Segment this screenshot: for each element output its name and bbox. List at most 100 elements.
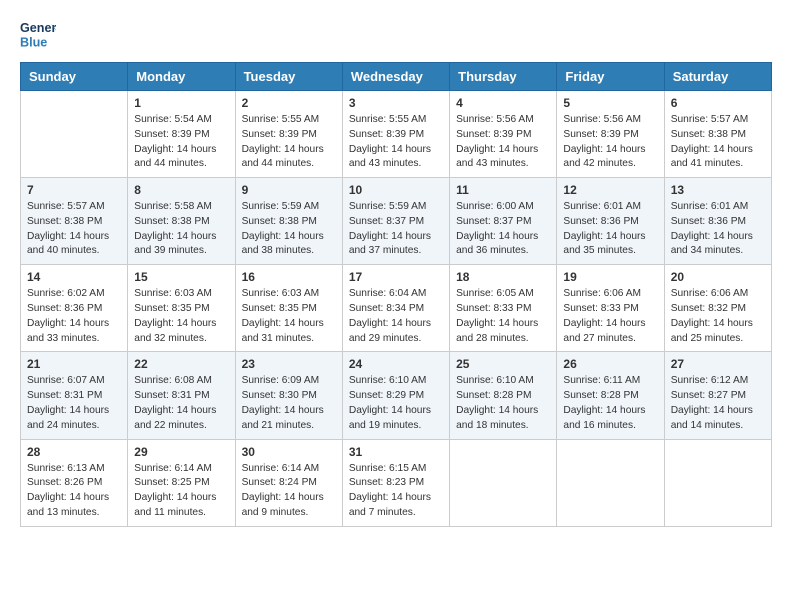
svg-text:Blue: Blue	[20, 36, 47, 50]
day-number: 18	[456, 270, 550, 284]
day-info: Sunrise: 6:08 AM Sunset: 8:31 PM Dayligh…	[134, 374, 228, 433]
day-info: Sunrise: 6:15 AM Sunset: 8:23 PM Dayligh…	[349, 462, 443, 521]
day-info: Sunrise: 6:13 AM Sunset: 8:26 PM Dayligh…	[27, 462, 121, 521]
day-info: Sunrise: 6:10 AM Sunset: 8:29 PM Dayligh…	[349, 374, 443, 433]
day-info: Sunrise: 5:56 AM Sunset: 8:39 PM Dayligh…	[456, 113, 550, 172]
day-info: Sunrise: 5:55 AM Sunset: 8:39 PM Dayligh…	[242, 113, 336, 172]
calendar-cell	[557, 439, 664, 526]
day-number: 3	[349, 96, 443, 110]
calendar-cell: 9 Sunrise: 5:59 AM Sunset: 8:38 PM Daylig…	[235, 178, 342, 265]
weekday-header-saturday: Saturday	[664, 63, 771, 91]
day-info: Sunrise: 6:04 AM Sunset: 8:34 PM Dayligh…	[349, 287, 443, 346]
calendar-cell: 25Sunrise: 6:10 AM Sunset: 8:28 PM Dayli…	[450, 352, 557, 439]
day-number: 31	[349, 445, 443, 459]
day-info: Sunrise: 5:59 AM Sunset: 8:37 PM Dayligh…	[349, 200, 443, 259]
day-info: Sunrise: 6:03 AM Sunset: 8:35 PM Dayligh…	[242, 287, 336, 346]
day-info: Sunrise: 5:58 AM Sunset: 8:38 PM Dayligh…	[134, 200, 228, 259]
calendar-table: SundayMondayTuesdayWednesdayThursdayFrid…	[20, 62, 772, 527]
calendar-cell: 2 Sunrise: 5:55 AM Sunset: 8:39 PM Daylig…	[235, 91, 342, 178]
day-info: Sunrise: 6:00 AM Sunset: 8:37 PM Dayligh…	[456, 200, 550, 259]
day-number: 1	[134, 96, 228, 110]
weekday-header-sunday: Sunday	[21, 63, 128, 91]
day-info: Sunrise: 5:56 AM Sunset: 8:39 PM Dayligh…	[563, 113, 657, 172]
calendar-cell: 12 Sunrise: 6:01 AM Sunset: 8:36 PM Dayli…	[557, 178, 664, 265]
calendar-cell: 7Sunrise: 5:57 AM Sunset: 8:38 PM Daylig…	[21, 178, 128, 265]
day-number: 8	[134, 183, 228, 197]
day-number: 19	[563, 270, 657, 284]
day-info: Sunrise: 6:14 AM Sunset: 8:24 PM Dayligh…	[242, 462, 336, 521]
calendar-header: SundayMondayTuesdayWednesdayThursdayFrid…	[21, 63, 772, 91]
day-info: Sunrise: 6:09 AM Sunset: 8:30 PM Dayligh…	[242, 374, 336, 433]
calendar-cell: 3Sunrise: 5:55 AM Sunset: 8:39 PM Daylig…	[342, 91, 449, 178]
calendar-cell	[664, 439, 771, 526]
day-info: Sunrise: 6:01 AM Sunset: 8:36 PM Dayligh…	[563, 200, 657, 259]
day-number: 28	[27, 445, 121, 459]
day-info: Sunrise: 6:03 AM Sunset: 8:35 PM Dayligh…	[134, 287, 228, 346]
day-number: 4	[456, 96, 550, 110]
day-number: 16	[242, 270, 336, 284]
calendar-cell: 11Sunrise: 6:00 AM Sunset: 8:37 PM Dayli…	[450, 178, 557, 265]
logo: General Blue	[20, 16, 60, 52]
day-number: 24	[349, 357, 443, 371]
calendar-cell: 30 Sunrise: 6:14 AM Sunset: 8:24 PM Dayli…	[235, 439, 342, 526]
day-number: 17	[349, 270, 443, 284]
day-number: 7	[27, 183, 121, 197]
day-number: 23	[242, 357, 336, 371]
weekday-header-wednesday: Wednesday	[342, 63, 449, 91]
day-info: Sunrise: 6:06 AM Sunset: 8:32 PM Dayligh…	[671, 287, 765, 346]
logo-icon: General Blue	[20, 16, 56, 52]
calendar-cell: 17 Sunrise: 6:04 AM Sunset: 8:34 PM Dayli…	[342, 265, 449, 352]
calendar-cell: 27Sunrise: 6:12 AM Sunset: 8:27 PM Dayli…	[664, 352, 771, 439]
calendar-cell: 23 Sunrise: 6:09 AM Sunset: 8:30 PM Dayli…	[235, 352, 342, 439]
day-info: Sunrise: 6:12 AM Sunset: 8:27 PM Dayligh…	[671, 374, 765, 433]
calendar-cell: 14 Sunrise: 6:02 AM Sunset: 8:36 PM Dayli…	[21, 265, 128, 352]
day-number: 15	[134, 270, 228, 284]
calendar-cell: 20 Sunrise: 6:06 AM Sunset: 8:32 PM Dayli…	[664, 265, 771, 352]
day-number: 9	[242, 183, 336, 197]
calendar-cell: 18 Sunrise: 6:05 AM Sunset: 8:33 PM Dayli…	[450, 265, 557, 352]
day-info: Sunrise: 6:01 AM Sunset: 8:36 PM Dayligh…	[671, 200, 765, 259]
calendar-cell: 4 Sunrise: 5:56 AM Sunset: 8:39 PM Daylig…	[450, 91, 557, 178]
day-number: 14	[27, 270, 121, 284]
day-info: Sunrise: 5:54 AM Sunset: 8:39 PM Dayligh…	[134, 113, 228, 172]
day-number: 2	[242, 96, 336, 110]
day-number: 12	[563, 183, 657, 197]
calendar-cell: 10 Sunrise: 5:59 AM Sunset: 8:37 PM Dayli…	[342, 178, 449, 265]
calendar-cell: 21Sunrise: 6:07 AM Sunset: 8:31 PM Dayli…	[21, 352, 128, 439]
weekday-header-thursday: Thursday	[450, 63, 557, 91]
calendar-cell: 24 Sunrise: 6:10 AM Sunset: 8:29 PM Dayli…	[342, 352, 449, 439]
day-info: Sunrise: 6:11 AM Sunset: 8:28 PM Dayligh…	[563, 374, 657, 433]
calendar-cell: 1 Sunrise: 5:54 AM Sunset: 8:39 PM Daylig…	[128, 91, 235, 178]
day-number: 30	[242, 445, 336, 459]
day-number: 13	[671, 183, 765, 197]
calendar-cell	[450, 439, 557, 526]
day-info: Sunrise: 5:57 AM Sunset: 8:38 PM Dayligh…	[671, 113, 765, 172]
day-info: Sunrise: 5:59 AM Sunset: 8:38 PM Dayligh…	[242, 200, 336, 259]
day-number: 25	[456, 357, 550, 371]
calendar-cell: 19 Sunrise: 6:06 AM Sunset: 8:33 PM Dayli…	[557, 265, 664, 352]
calendar-cell: 22 Sunrise: 6:08 AM Sunset: 8:31 PM Dayli…	[128, 352, 235, 439]
day-number: 26	[563, 357, 657, 371]
day-info: Sunrise: 6:06 AM Sunset: 8:33 PM Dayligh…	[563, 287, 657, 346]
calendar-cell: 15 Sunrise: 6:03 AM Sunset: 8:35 PM Dayli…	[128, 265, 235, 352]
day-number: 22	[134, 357, 228, 371]
day-number: 29	[134, 445, 228, 459]
calendar-cell: 16 Sunrise: 6:03 AM Sunset: 8:35 PM Dayli…	[235, 265, 342, 352]
page-header: General Blue	[20, 16, 772, 52]
day-number: 21	[27, 357, 121, 371]
calendar-cell: 31 Sunrise: 6:15 AM Sunset: 8:23 PM Dayli…	[342, 439, 449, 526]
calendar-cell: 8 Sunrise: 5:58 AM Sunset: 8:38 PM Daylig…	[128, 178, 235, 265]
day-info: Sunrise: 6:02 AM Sunset: 8:36 PM Dayligh…	[27, 287, 121, 346]
day-number: 6	[671, 96, 765, 110]
day-info: Sunrise: 6:05 AM Sunset: 8:33 PM Dayligh…	[456, 287, 550, 346]
day-number: 10	[349, 183, 443, 197]
weekday-header-friday: Friday	[557, 63, 664, 91]
calendar-cell: 6 Sunrise: 5:57 AM Sunset: 8:38 PM Daylig…	[664, 91, 771, 178]
calendar-cell: 5Sunrise: 5:56 AM Sunset: 8:39 PM Daylig…	[557, 91, 664, 178]
calendar-cell: 26 Sunrise: 6:11 AM Sunset: 8:28 PM Dayli…	[557, 352, 664, 439]
day-number: 20	[671, 270, 765, 284]
day-info: Sunrise: 6:14 AM Sunset: 8:25 PM Dayligh…	[134, 462, 228, 521]
svg-text:General: General	[20, 21, 56, 35]
calendar-cell: 28 Sunrise: 6:13 AM Sunset: 8:26 PM Dayli…	[21, 439, 128, 526]
weekday-header-tuesday: Tuesday	[235, 63, 342, 91]
